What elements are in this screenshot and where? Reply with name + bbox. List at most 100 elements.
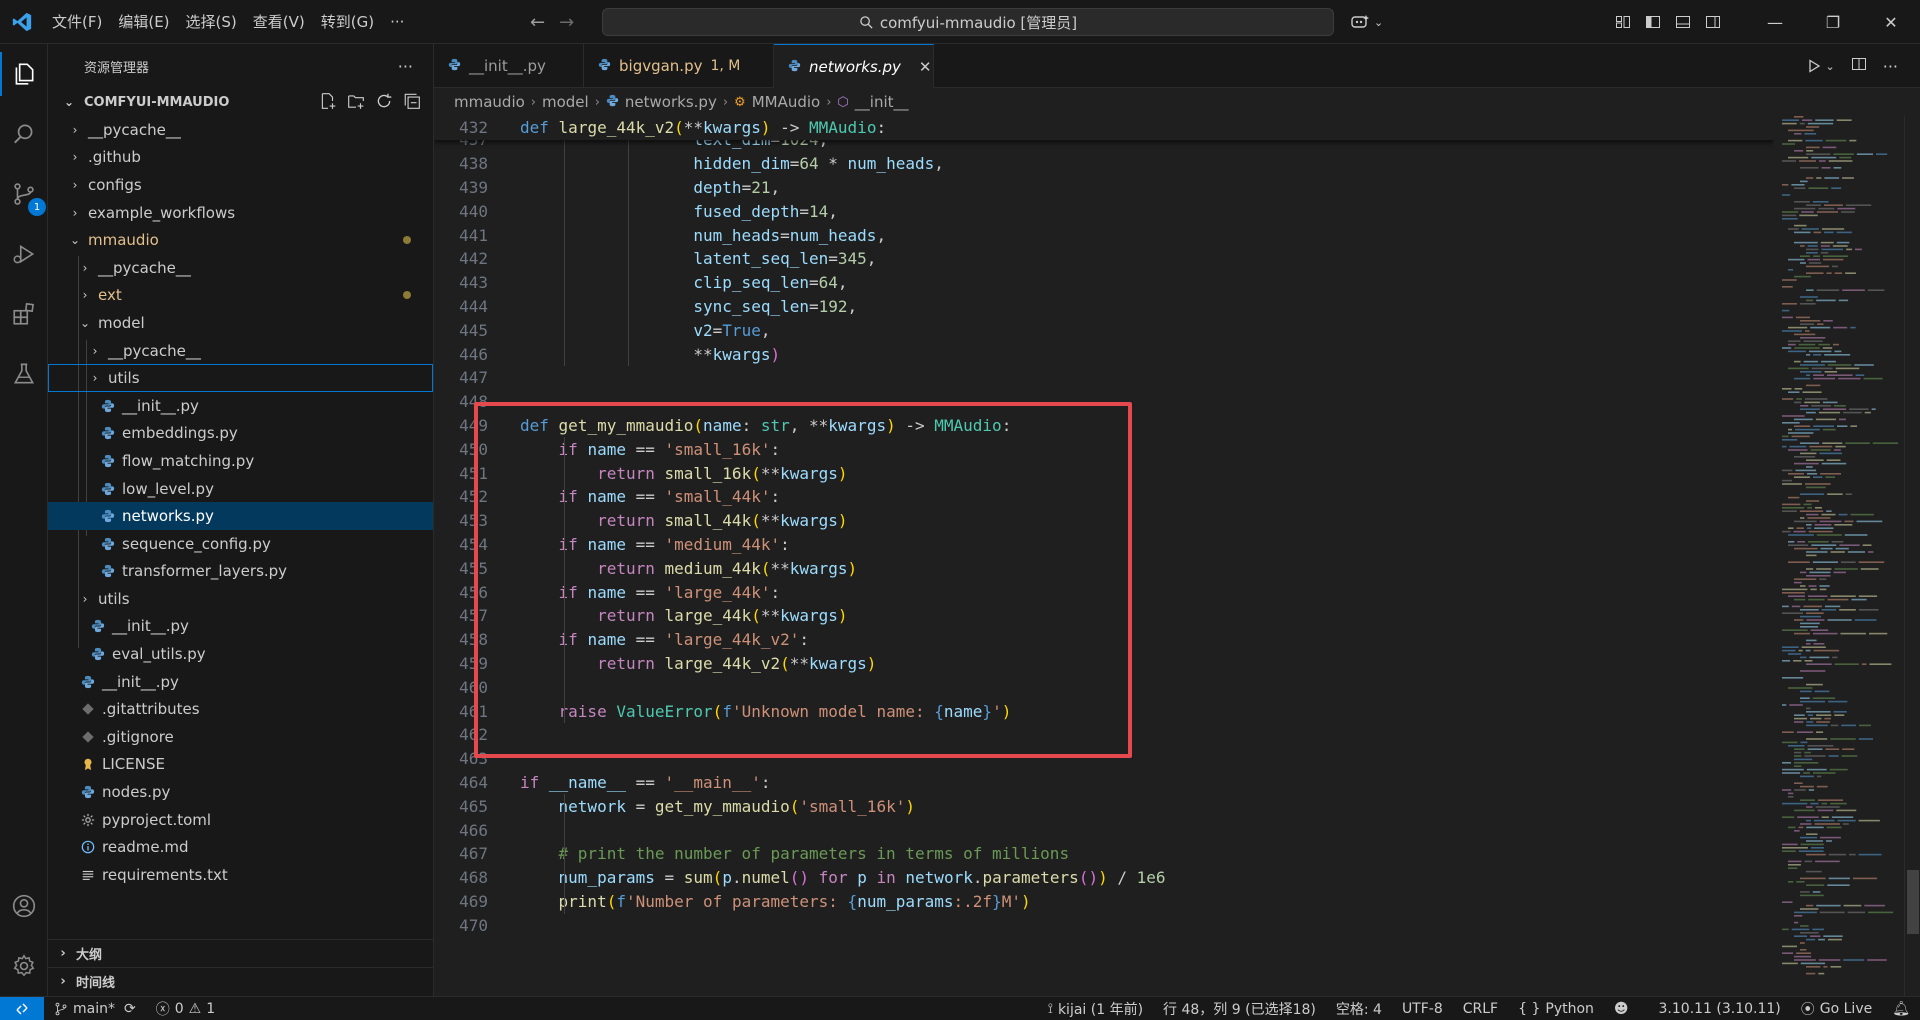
- tree-folder-pycache[interactable]: › __pycache__: [48, 116, 433, 144]
- split-editor-icon[interactable]: [1851, 56, 1867, 76]
- tree-file-transformer-layers[interactable]: transformer_layers.py: [48, 558, 433, 586]
- back-arrow-icon[interactable]: ←: [530, 12, 545, 33]
- git-branch[interactable]: main* ⟳: [44, 997, 146, 1020]
- minimap-line: [1818, 160, 1826, 162]
- accounts-activity[interactable]: [0, 876, 48, 936]
- copilot-status[interactable]: ☻: [1604, 997, 1639, 1020]
- tree-folder-pycache[interactable]: › __pycache__: [48, 337, 433, 365]
- run-python-icon[interactable]: ⌄: [1806, 58, 1835, 74]
- toggle-secondary-sidebar-icon[interactable]: [1698, 0, 1728, 44]
- refresh-icon[interactable]: [375, 92, 393, 110]
- minimap-line: [1806, 826, 1824, 829]
- tree-folder-utils[interactable]: › utils: [48, 364, 433, 392]
- tree-folder-ext[interactable]: › ext: [48, 282, 433, 310]
- tab-bigvgan[interactable]: bigvgan.py 1, M: [584, 44, 774, 88]
- breadcrumb-item[interactable]: networks.py: [625, 93, 717, 111]
- sticky-scroll[interactable]: 432 def large_44k_v2(**kwargs) -> MMAudi…: [434, 116, 1774, 140]
- tree-file-low-level[interactable]: low_level.py: [48, 475, 433, 503]
- forward-arrow-icon[interactable]: →: [559, 12, 574, 33]
- tree-file-nodes[interactable]: nodes.py: [48, 778, 433, 806]
- sync-icon[interactable]: ⟳: [124, 1001, 136, 1017]
- minimap[interactable]: [1774, 116, 1904, 996]
- breadcrumb-item[interactable]: __init__: [855, 93, 909, 111]
- minimize-button[interactable]: —: [1746, 0, 1804, 44]
- vertical-scrollbar[interactable]: [1904, 116, 1920, 996]
- language-mode[interactable]: { } Python: [1508, 997, 1604, 1020]
- breadcrumb-item[interactable]: mmaudio: [454, 93, 525, 111]
- timeline-section[interactable]: › 时间线: [48, 967, 434, 995]
- tree-file-pyproject[interactable]: pyproject.toml: [48, 806, 433, 834]
- more-actions-icon[interactable]: ···: [1883, 57, 1898, 76]
- encoding[interactable]: UTF-8: [1392, 997, 1453, 1020]
- minimap-line: [1841, 211, 1855, 213]
- tree-file-init[interactable]: __init__.py: [48, 613, 433, 641]
- restore-button[interactable]: ❐: [1804, 0, 1862, 44]
- breadcrumb-item[interactable]: MMAudio: [752, 93, 821, 111]
- tree-item-label: networks.py: [122, 507, 214, 526]
- collapse-all-icon[interactable]: [403, 92, 421, 110]
- new-folder-icon[interactable]: [347, 92, 365, 110]
- tree-file-embeddings[interactable]: embeddings.py: [48, 420, 433, 448]
- tree-file-license[interactable]: LICENSE: [48, 751, 433, 779]
- tree-file-flow-matching[interactable]: flow_matching.py: [48, 447, 433, 475]
- run-debug-activity[interactable]: [0, 224, 48, 284]
- minimap-line: [1826, 510, 1832, 512]
- tree-folder-model[interactable]: ⌄ model: [48, 309, 433, 337]
- breadcrumb-item[interactable]: model: [542, 93, 589, 111]
- tree-file-init[interactable]: __init__.py: [48, 392, 433, 420]
- tab-networks[interactable]: networks.py ✕: [774, 44, 934, 88]
- tree-file-sequence-config[interactable]: sequence_config.py: [48, 530, 433, 558]
- toggle-primary-sidebar-icon[interactable]: [1638, 0, 1668, 44]
- tree-folder-utils[interactable]: › utils: [48, 585, 433, 613]
- testing-activity[interactable]: [0, 344, 48, 404]
- search-activity[interactable]: [0, 104, 48, 164]
- go-live-button[interactable]: ⦿ Go Live: [1791, 997, 1882, 1020]
- indentation[interactable]: 空格: 4: [1326, 997, 1392, 1020]
- end-of-line[interactable]: CRLF: [1453, 997, 1508, 1020]
- tree-folder-github[interactable]: › .github: [48, 144, 433, 172]
- minimap-line: [1782, 612, 1804, 614]
- menu-view[interactable]: 查看(V): [245, 0, 313, 44]
- cursor-position[interactable]: 行 48，列 9 (已选择18): [1153, 997, 1326, 1020]
- menu-more[interactable]: ···: [382, 0, 412, 44]
- tree-file-eval-utils[interactable]: eval_utils.py: [48, 640, 433, 668]
- outline-section[interactable]: › 大纲: [48, 939, 434, 967]
- scrollbar-thumb[interactable]: [1907, 870, 1919, 934]
- source-control-activity[interactable]: 1: [0, 164, 48, 224]
- problems-indicator[interactable]: ⓧ 0 ⚠ 1: [146, 997, 225, 1020]
- tree-folder-pycache[interactable]: › __pycache__: [48, 254, 433, 282]
- close-tab-icon[interactable]: ✕: [919, 58, 932, 76]
- menu-selection[interactable]: 选择(S): [178, 0, 245, 44]
- git-blame[interactable]: ⟟ kijai (1 年前): [1038, 997, 1153, 1020]
- timeline-label: 时间线: [76, 976, 116, 991]
- tree-file-requirements[interactable]: requirements.txt: [48, 861, 433, 889]
- tree-file-readme[interactable]: readme.md: [48, 833, 433, 861]
- command-center-search[interactable]: comfyui-mmaudio [管理员]: [602, 8, 1334, 36]
- python-interpreter[interactable]: 3.10.11 (3.10.11): [1649, 997, 1791, 1020]
- tree-file-gitattributes[interactable]: .gitattributes: [48, 695, 433, 723]
- extensions-activity[interactable]: [0, 284, 48, 344]
- tree-folder-example-workflows[interactable]: › example_workflows: [48, 199, 433, 227]
- customize-layout-icon[interactable]: [1608, 0, 1638, 44]
- menu-go[interactable]: 转到(G): [313, 0, 382, 44]
- tree-file-gitignore[interactable]: .gitignore: [48, 723, 433, 751]
- explorer-activity[interactable]: [0, 44, 48, 104]
- menu-edit[interactable]: 编辑(E): [110, 0, 177, 44]
- copilot-button[interactable]: ⌄: [1350, 0, 1383, 44]
- workspace-section-header[interactable]: ⌄ COMFYUI-MMAUDIO: [48, 88, 433, 116]
- notifications[interactable]: 🔔︎: [1882, 997, 1920, 1020]
- tree-folder-configs[interactable]: › configs: [48, 171, 433, 199]
- manage-activity[interactable]: [0, 936, 48, 996]
- explorer-more-actions[interactable]: ···: [398, 57, 413, 76]
- menu-file[interactable]: 文件(F): [44, 0, 110, 44]
- minimap-line: [1831, 816, 1854, 818]
- tree-folder-mmaudio[interactable]: ⌄ mmaudio: [48, 226, 433, 254]
- editor-tabs: __init__.py bigvgan.py 1, M networks.py …: [434, 44, 1920, 88]
- close-window-button[interactable]: ✕: [1862, 0, 1920, 44]
- tab-init[interactable]: __init__.py: [434, 44, 584, 88]
- remote-indicator[interactable]: [0, 996, 44, 1020]
- toggle-panel-icon[interactable]: [1668, 0, 1698, 44]
- tree-file-networks[interactable]: networks.py: [48, 502, 433, 530]
- tree-file-init-root[interactable]: __init__.py: [48, 668, 433, 696]
- new-file-icon[interactable]: [319, 92, 337, 110]
